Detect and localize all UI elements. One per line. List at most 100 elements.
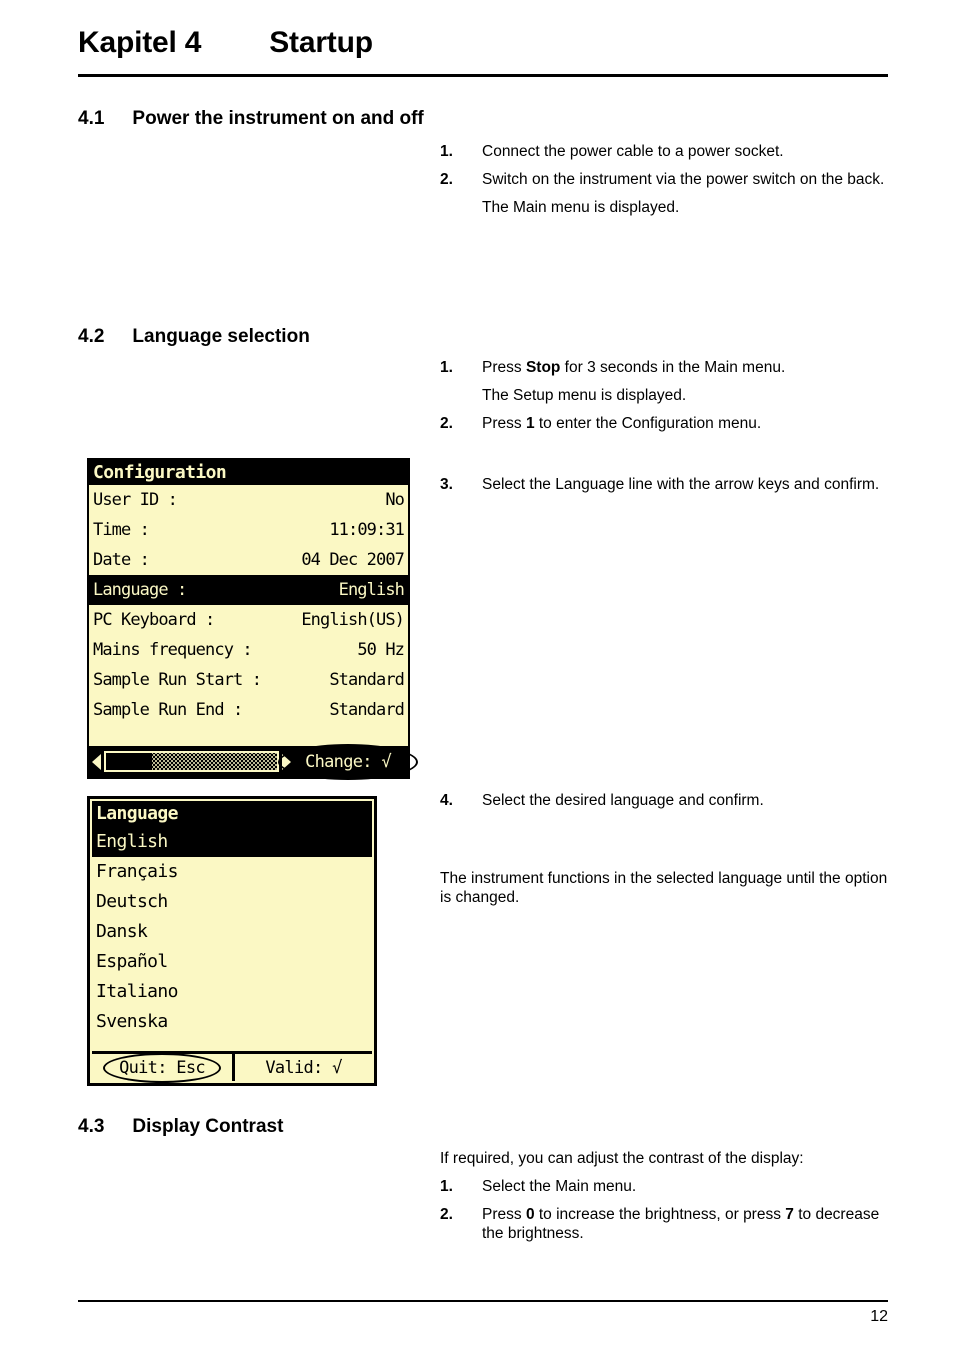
section-heading-4-1: 4.1 Power the instrument on and off [78,108,498,130]
step-number: 3. [440,476,453,493]
lcd-row-value: Standard [329,700,405,720]
step-text: Press 0 to increase the brightness, or p… [482,1205,890,1243]
lcd-row: Sample Run Start : Standard [89,665,408,695]
softkey-change-label: Change: √ [305,751,392,772]
step-text: Connect the power cable to a power socke… [482,143,784,160]
step-note: The Main menu is displayed. [482,199,680,216]
step-text-emphasis: Stop [525,359,561,376]
step-text-prefix: Press [482,415,526,432]
lcd-language-item: Italiano [96,981,179,1002]
section-4-2-step-4: 4. Select the desired language and confi… [440,791,890,819]
lcd-language-bottom-bar: Quit: Esc Valid: √ [92,1051,372,1083]
step-text-emphasis: 7 [785,1206,794,1223]
step-item: 3. Select the Language line with the arr… [440,475,890,494]
lcd-row-selected-language: Language : English [89,575,408,605]
section-4-2-steps-top: 1. Press Stop for 3 seconds in the Main … [440,358,890,442]
lcd-row-key: Time : [93,520,150,540]
softkey-valid: Valid: √ [232,1054,372,1081]
lcd-row: PC Keyboard : English(US) [89,605,408,635]
lcd-row-value: 50 Hz [357,640,405,660]
step-number: 4. [440,792,453,809]
lcd-row-key: Mains frequency : [93,640,253,660]
step-text-suffix: for 3 seconds in the Main menu. [560,359,786,376]
lcd-row: Time : 11:09:31 [89,515,408,545]
lcd-row: Date : 04 Dec 2007 [89,545,408,575]
step-item: 2. Switch on the instrument via the powe… [440,170,890,189]
scroll-left-arrow-icon [92,753,101,770]
lcd-row-key: Sample Run End : [93,700,243,720]
document-page: Kapitel 4 Startup 4.1 Power the instrume… [0,0,954,1352]
scrollbar-thumb [106,753,152,770]
step-number: 1. [440,359,453,376]
lcd-configuration-bottom-bar: Change: √ [89,743,418,780]
page-number: 12 [870,1308,888,1325]
lcd-language-item-selected: English [92,827,372,857]
step-number: 1. [440,1178,453,1195]
lcd-language-item: Deutsch [96,891,168,912]
step-number: 2. [440,1206,453,1223]
step-note: The Setup menu is displayed. [482,387,687,404]
lcd-row: Sample Run End : Standard [89,695,408,725]
lcd-row-key: User ID : [93,490,178,510]
step-text: Switch on the instrument via the power s… [482,171,885,188]
lcd-row-value: 04 Dec 2007 [301,550,405,570]
lcd-row: User ID : No [89,485,408,515]
softkey-quit-label: Quit: Esc [119,1057,206,1078]
lcd-row-key: Language : [93,580,187,600]
closing-paragraph: The instrument functions in the selected… [440,870,888,906]
intro-paragraph: If required, you can adjust the contrast… [440,1150,804,1167]
section-number: 4.3 [78,1116,105,1137]
step-number: 1. [440,143,453,160]
lcd-screenshot-language: Language English Français Deutsch Dansk … [87,796,377,1086]
softkey-quit: Quit: Esc [92,1052,232,1083]
step-text-mid: to increase the brightness, or press [534,1206,786,1223]
softkey-change: Change: √ [278,743,418,780]
section-number: 4.2 [78,326,105,347]
lcd-title-language: Language [92,801,372,827]
step-text: Select the Main menu. [482,1178,637,1195]
step-text-emphasis: 1 [525,415,535,432]
lcd-row-value: Standard [329,670,405,690]
lcd-row: Mains frequency : 50 Hz [89,635,408,665]
scrollbar-remainder [152,753,277,770]
lcd-title-configuration: Configuration [89,460,408,485]
chapter-title: Startup [269,26,373,59]
step-item: 1. Press Stop for 3 seconds in the Main … [440,358,890,377]
lcd-row-value: 11:09:31 [329,520,405,540]
lcd-configuration-rows: User ID : No Time : 11:09:31 Date : 04 D… [89,485,408,746]
section-number: 4.1 [78,108,105,129]
section-title: Language selection [132,326,310,347]
lcd-language-list: English Français Deutsch Dansk Español I… [92,827,372,1051]
section-4-2-step-3: 3. Select the Language line with the arr… [440,475,890,503]
softkey-valid-label: Valid: √ [265,1057,342,1078]
step-text: Select the Language line with the arrow … [482,476,880,493]
header-rule [78,74,888,77]
section-heading-4-3: 4.3 Display Contrast [78,1116,498,1138]
lcd-language-item: Español [96,951,168,972]
lcd-row-key: PC Keyboard : [93,610,215,630]
lcd-language-item: Dansk [96,921,148,942]
lcd-language-item: Svenska [96,1011,168,1032]
step-item: 1. Connect the power cable to a power so… [440,142,890,161]
lcd-row-value: English [338,580,405,600]
section-heading-4-2: 4.2 Language selection [78,326,498,348]
scroll-right-arrow-icon [282,753,291,770]
step-text: Select the desired language and confirm. [482,792,764,809]
step-text-emphasis: 0 [525,1206,535,1223]
step-text-prefix: Press [482,359,526,376]
chapter-header: Kapitel 4 Startup [78,26,888,60]
step-number: 2. [440,415,453,432]
section-title: Display Contrast [132,1116,284,1137]
lcd-row-value: No [385,490,405,510]
lcd-row-key: Sample Run Start : [93,670,262,690]
step-text: Press 1 to enter the Configuration menu. [482,414,890,433]
step-item: 1. Select the Main menu. [440,1177,890,1196]
footer-rule [78,1300,888,1302]
section-4-3-body: If required, you can adjust the contrast… [440,1149,890,1252]
section-title: Power the instrument on and off [132,108,424,129]
lcd-language-item: Français [96,861,179,882]
step-text-suffix: to enter the Configuration menu. [534,415,762,432]
section-4-2-closing: The instrument functions in the selected… [440,869,890,916]
lcd-row-value: English(US) [301,610,405,630]
step-number: 2. [440,171,453,188]
